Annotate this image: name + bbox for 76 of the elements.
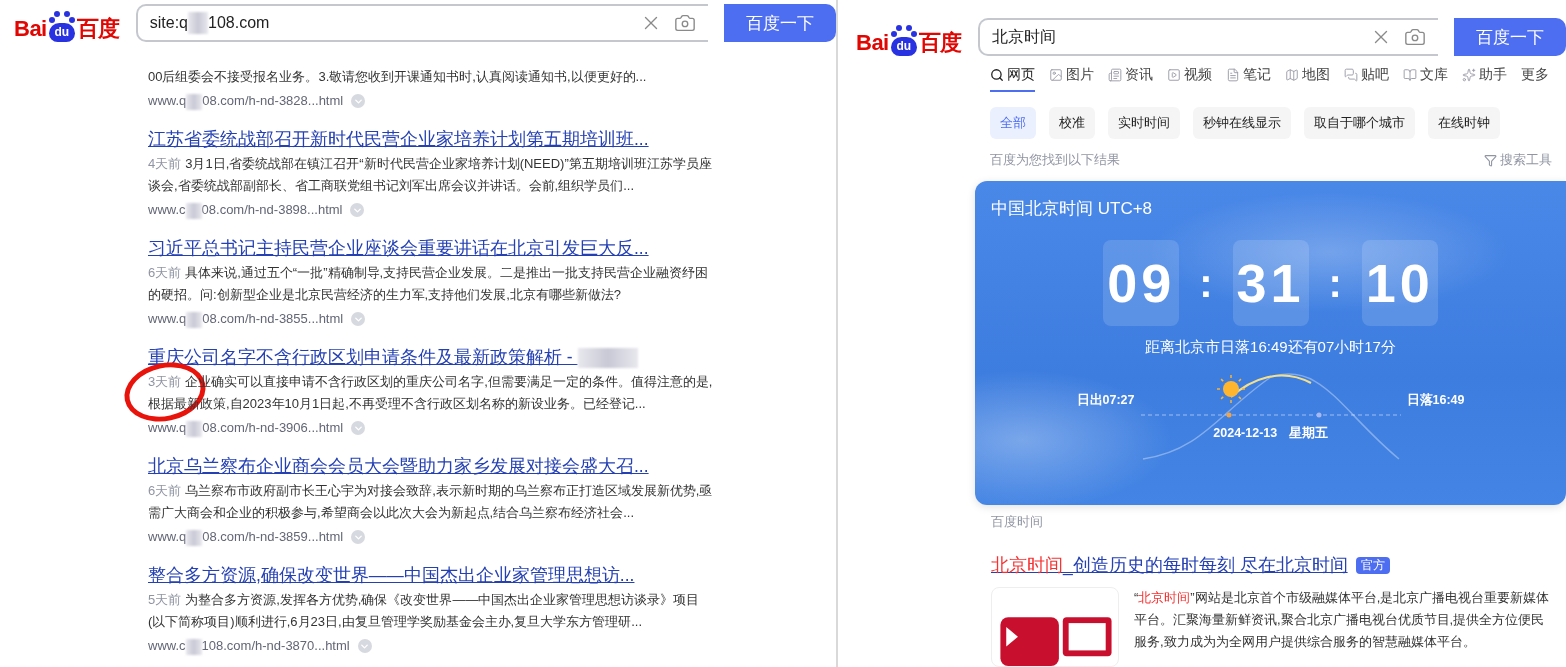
sunset-countdown: 距离北京市日落16:49还有07小时17分 xyxy=(1145,338,1396,357)
search-tab[interactable]: 文库 xyxy=(1403,66,1448,92)
time-separator: : xyxy=(1328,260,1342,306)
search-tab[interactable]: 地图 xyxy=(1285,66,1330,92)
search-field[interactable]: site:q 108.com xyxy=(135,4,708,42)
time-separator: : xyxy=(1199,260,1213,306)
query-text: 北京时间 xyxy=(991,26,1056,47)
filter-chip[interactable]: 校准 xyxy=(1049,107,1095,139)
dropdown-icon[interactable] xyxy=(350,203,365,217)
clock-title: 中国北京时间 UTC+8 xyxy=(990,198,1153,220)
result-url[interactable]: www.q 08.com/h-nd-3828...html xyxy=(148,90,344,112)
filter-chip[interactable]: 全部 xyxy=(990,107,1036,139)
play-icon xyxy=(1167,68,1181,82)
result-snippet: “北京时间”网站是北京首个市级融媒体平台,是北京广播电视台重要新媒体平台。汇聚海量新鲜资讯,聚合北京广播电视台优质节目,提供全方位便民服务,致力成为为全网用户提供综合服务的智慧融媒体平台。 xyxy=(1134,589,1551,651)
result-title[interactable]: 北京乌兰察布企业商会会员大会暨助力家乡发展对接会盛大召... xyxy=(148,454,715,478)
blur-patch xyxy=(188,12,208,34)
newspaper-icon xyxy=(1108,68,1122,82)
result-title[interactable]: 习近平总书记主持民营企业座谈会重要讲话在北京引发巨大反... xyxy=(148,236,715,260)
date-text: 2024-12-13 星期五 xyxy=(1213,425,1328,442)
search-tab[interactable]: 视频 xyxy=(1167,66,1212,92)
result-title[interactable]: 江苏省委统战部召开新时代民营企业家培养计划第五期培训班... xyxy=(148,127,715,151)
site-logo-thumbnail[interactable] xyxy=(991,587,1119,667)
sunrise-time: 日出07:27 xyxy=(1076,392,1135,409)
search-tab[interactable]: 资讯 xyxy=(1108,66,1153,92)
baidu-logo[interactable]: Bai du 百度 xyxy=(856,20,962,56)
result-snippet: 5天前 为整合多方资源,发挥各方优势,确保《改变世界——中国杰出企业家管理思想访谈录》项目(以下简称项目)顺利进行,6月23日,由复旦管理学奖励基金会主办,复旦大学东方管理研... xyxy=(148,591,701,631)
filter-icon xyxy=(1484,153,1497,167)
dropdown-icon[interactable] xyxy=(357,639,372,653)
image-icon xyxy=(1049,68,1063,82)
sparkle-icon xyxy=(1462,68,1476,82)
source-label: 百度时间 xyxy=(990,513,1044,531)
result-url[interactable]: www.c 08.com/h-nd-3898...html xyxy=(148,199,343,221)
seconds-digits: 10 xyxy=(1361,240,1438,326)
search-tab[interactable]: 贴吧 xyxy=(1344,66,1389,92)
filter-chip[interactable]: 秒钟在线显示 xyxy=(1193,107,1291,139)
dropdown-icon[interactable] xyxy=(351,421,366,435)
result-url[interactable]: www.q 08.com/h-nd-3859...html xyxy=(148,526,344,548)
chat-icon xyxy=(1344,68,1358,82)
search-tab[interactable]: 更多 xyxy=(1521,66,1549,92)
dropdown-icon[interactable] xyxy=(351,530,366,544)
result-count: 百度为您找到以下结果 xyxy=(990,151,1120,169)
dropdown-icon[interactable] xyxy=(351,312,366,326)
minutes-digits: 31 xyxy=(1232,240,1309,326)
official-badge: 官方 xyxy=(1355,556,1390,574)
sunset-time: 日落16:49 xyxy=(1406,392,1465,409)
search-tab[interactable]: 图片 xyxy=(1049,66,1094,92)
camera-icon[interactable] xyxy=(1404,26,1426,48)
filter-chip[interactable]: 取自于哪个城市 xyxy=(1304,107,1415,139)
blur-patch xyxy=(577,348,638,369)
search-field[interactable]: 北京时间 xyxy=(977,18,1438,56)
result-snippet: 00后组委会不接受报名业务。3.敬请您收到开课通知书时,认真阅读通知书,以便更好的... xyxy=(148,68,648,86)
hours-digits: 09 xyxy=(1103,240,1180,326)
result-snippet: 4天前 3月1日,省委统战部在镇江召开“新时代民营企业家培养计划(NEED)”第五期培训班江苏学员座谈会,省委统战部副部长、省工商联党组书记刘军出席会议并讲话。会前,组织学员们... xyxy=(148,155,713,195)
baidu-logo[interactable]: Bai du 百度 xyxy=(14,6,120,42)
result-url[interactable]: www.c 108.com/h-nd-3870...html xyxy=(148,635,350,657)
result-title[interactable]: 北京时间_创造历史的每时每刻 尽在北京时间 xyxy=(991,553,1348,577)
book-icon xyxy=(1403,68,1417,82)
result-url[interactable]: www.q 08.com/h-nd-3855...html xyxy=(148,308,344,330)
search-icon xyxy=(990,68,1004,82)
search-button[interactable]: 百度一下 xyxy=(1454,18,1566,56)
search-tab[interactable]: 笔记 xyxy=(1226,66,1271,92)
document-icon xyxy=(1226,68,1240,82)
filter-chip[interactable]: 在线时钟 xyxy=(1428,107,1500,139)
result-snippet: 6天前 具体来说,通过五个“一批”精确制导,支持民营企业发展。二是推出一批支持民营企业融资纾困的硬招。问:创新型企业是北京民营经济的生力军,支持他们发展,北京有哪些新做法? xyxy=(148,264,710,304)
result-url[interactable]: www.q 08.com/h-nd-3906...html xyxy=(148,417,344,439)
result-snippet: 6天前 乌兰察布市政府副市长王心宇为对接会致辞,表示新时期的乌兰察布正打造区域发展新优势,亟需广大商会和企业的积极参与,希望商会以此次大会为新起点,结合乌兰察布经济社会... xyxy=(148,482,714,522)
query-text: 108.com xyxy=(208,14,270,32)
search-tab[interactable]: 助手 xyxy=(1462,66,1507,92)
filter-chip[interactable]: 实时时间 xyxy=(1108,107,1180,139)
query-text: site:q xyxy=(149,14,188,32)
dropdown-icon[interactable] xyxy=(351,94,366,108)
search-button[interactable]: 百度一下 xyxy=(724,4,836,42)
result-title[interactable]: 整合多方资源,确保改变世界——中国杰出企业家管理思想访... xyxy=(148,563,715,587)
search-tab[interactable]: 网页 xyxy=(990,66,1035,92)
map-icon xyxy=(1285,68,1299,82)
camera-icon[interactable] xyxy=(674,12,696,34)
